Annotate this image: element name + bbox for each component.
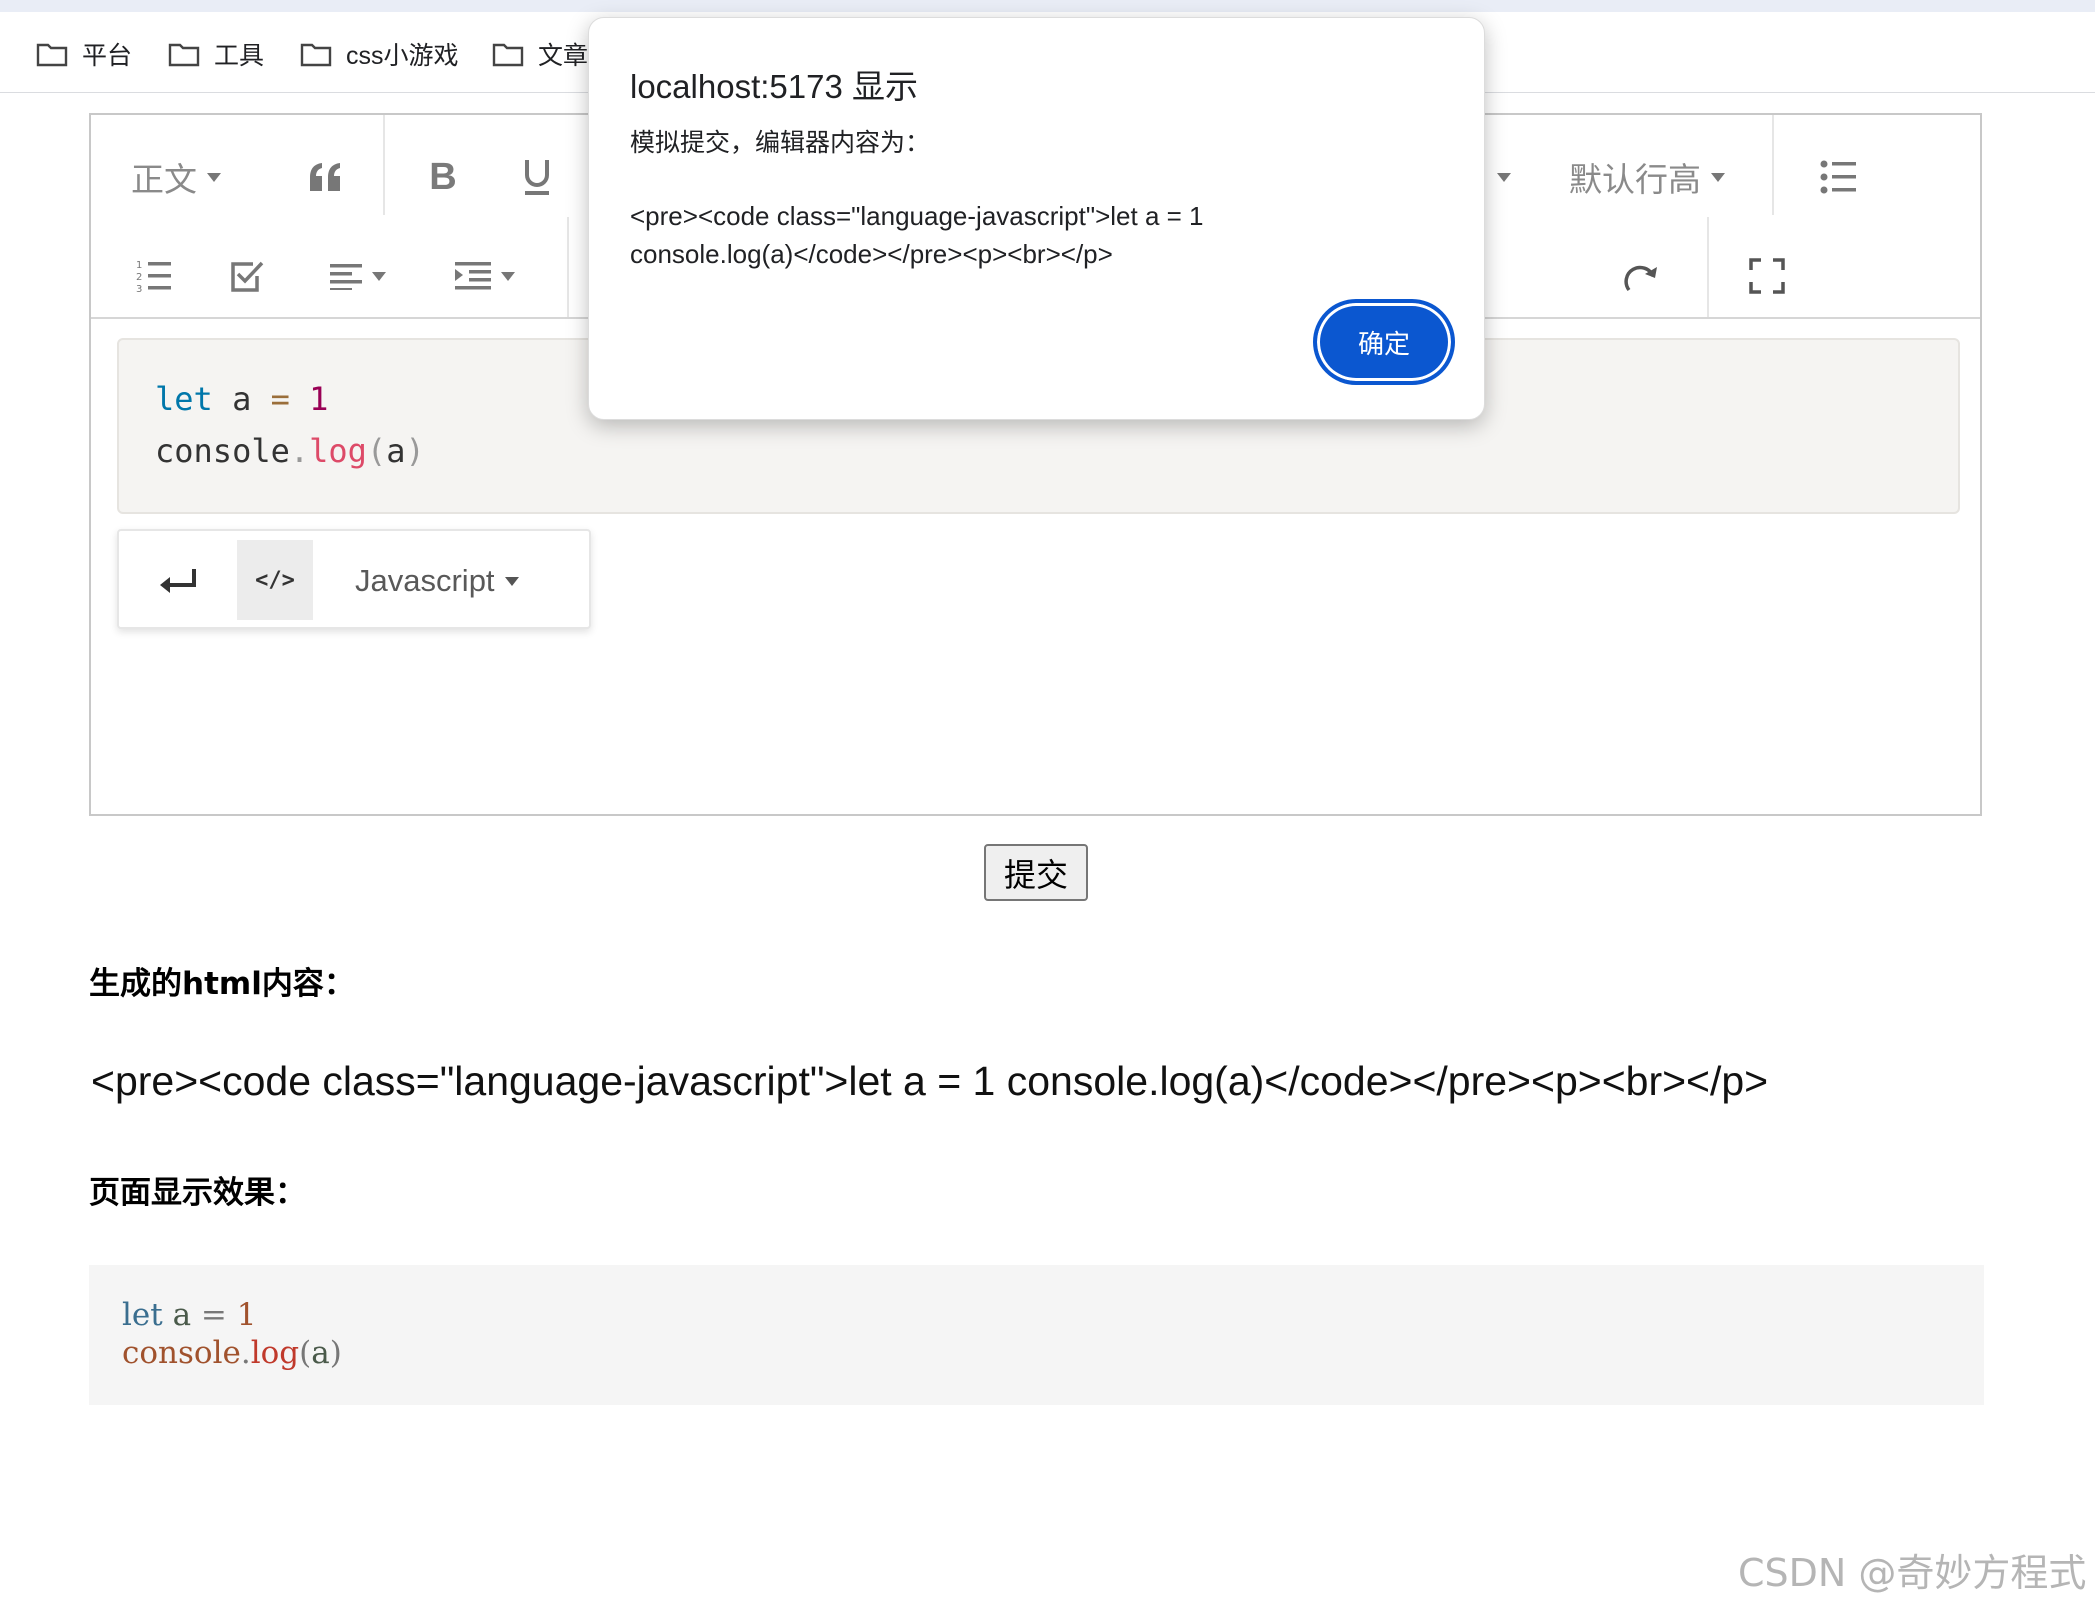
code-variable: a xyxy=(212,380,271,418)
bookmark-folder-platform[interactable]: 平台 xyxy=(36,34,132,74)
preview-operator: = xyxy=(200,1297,227,1333)
generated-html-heading: 生成的html内容： xyxy=(89,966,355,1002)
justify-select[interactable] xyxy=(323,246,393,306)
code-function: log xyxy=(309,432,367,470)
bookmark-label: 工具 xyxy=(214,42,265,70)
folder-icon xyxy=(300,43,332,67)
preview-punct: ( xyxy=(299,1335,312,1371)
toolbar-divider xyxy=(383,115,385,215)
bold-icon: B xyxy=(429,155,457,198)
bulleted-list-button[interactable] xyxy=(1809,147,1869,207)
code-punct: ( xyxy=(366,432,387,470)
code-argument: a xyxy=(386,432,406,470)
bookmark-label: css小游戏 xyxy=(346,42,459,70)
language-label: Javascript xyxy=(355,563,495,598)
watermark: CSDN @奇妙方程式 xyxy=(1738,1551,2087,1595)
window-top-strip xyxy=(0,0,2095,12)
folder-icon xyxy=(492,43,524,67)
code-operator: = xyxy=(270,380,290,418)
code-line-2: console.log(a) xyxy=(155,432,425,470)
svg-text:2: 2 xyxy=(136,272,142,283)
chevron-down-icon xyxy=(207,172,221,182)
underline-icon xyxy=(525,160,549,195)
code-keyword: let xyxy=(155,380,213,418)
code-object: console xyxy=(155,432,290,470)
bulleted-list-icon xyxy=(1820,160,1856,194)
heading-select[interactable]: 正文 xyxy=(131,137,221,217)
enter-icon xyxy=(160,569,196,593)
bold-button[interactable]: B xyxy=(413,147,473,207)
toolbar-divider xyxy=(1772,115,1774,215)
code-block-toggle-button[interactable]: </> xyxy=(237,540,313,620)
svg-text:3: 3 xyxy=(136,284,142,294)
preview-function: log xyxy=(250,1335,300,1371)
preview-keyword: let xyxy=(122,1297,163,1333)
todo-list-button[interactable] xyxy=(217,246,277,306)
bookmark-folder-tools[interactable]: 工具 xyxy=(168,34,264,74)
language-select[interactable]: Javascript xyxy=(355,551,519,611)
fullscreen-icon xyxy=(1749,258,1785,294)
ok-button[interactable]: 确定 xyxy=(1313,299,1455,385)
preview-punct: ) xyxy=(329,1335,342,1371)
align-left-icon xyxy=(330,264,362,290)
preview-number: 1 xyxy=(226,1297,257,1333)
bookmark-label: 文章 xyxy=(538,42,589,70)
rendered-preview: let a = 1 console.log(a) xyxy=(89,1265,1984,1405)
code-punct: ) xyxy=(405,432,425,470)
svg-text:1: 1 xyxy=(136,260,142,271)
redo-icon xyxy=(1624,265,1657,292)
preview-variable: a xyxy=(162,1297,201,1333)
dialog-message: <pre><code class="language-javascript">l… xyxy=(630,201,1204,269)
fullscreen-button[interactable] xyxy=(1737,246,1797,306)
preview-line-1: let a = 1 xyxy=(122,1297,256,1333)
enter-line-button[interactable] xyxy=(149,551,209,611)
quote-icon xyxy=(310,163,340,191)
bookmark-label: 平台 xyxy=(82,42,133,70)
code-punct: . xyxy=(289,432,310,470)
underline-button[interactable] xyxy=(507,147,567,207)
preview-punct: . xyxy=(240,1335,251,1371)
page-effect-heading: 页面显示效果： xyxy=(89,1175,306,1211)
preview-object: console xyxy=(122,1335,241,1371)
numbered-list-button[interactable]: 123 xyxy=(124,246,184,306)
dialog-title: localhost:5173 显示 xyxy=(630,68,918,105)
line-height-label: 默认行高 xyxy=(1569,160,1701,199)
font-size-dropdown-caret[interactable] xyxy=(1479,155,1519,199)
bookmark-folder-articles[interactable]: 文章 xyxy=(492,34,588,74)
chevron-down-icon xyxy=(1497,172,1511,182)
folder-icon xyxy=(36,43,68,67)
code-icon: </> xyxy=(255,567,295,593)
preview-argument: a xyxy=(311,1335,330,1371)
indent-select[interactable] xyxy=(447,246,522,306)
line-height-select[interactable]: 默认行高 xyxy=(1569,137,1725,217)
chevron-down-icon xyxy=(504,576,519,586)
submit-button[interactable]: 提交 xyxy=(984,844,1088,901)
numbered-list-icon: 123 xyxy=(136,260,171,294)
toolbar-divider xyxy=(567,217,569,317)
code-block-hoverbar: </> Javascript xyxy=(117,529,591,629)
alert-dialog: localhost:5173 显示 模拟提交，编辑器内容为： <pre><cod… xyxy=(588,17,1485,420)
indent-icon xyxy=(454,262,491,290)
toolbar-divider xyxy=(1707,217,1709,317)
chevron-down-icon xyxy=(372,271,386,281)
preview-line-2: console.log(a) xyxy=(122,1335,342,1371)
checkbox-icon xyxy=(231,261,264,292)
code-line-1: let a = 1 xyxy=(155,380,328,418)
bookmark-folder-css-games[interactable]: css小游戏 xyxy=(300,34,459,74)
chevron-down-icon xyxy=(1711,172,1725,182)
heading-select-label: 正文 xyxy=(131,160,197,199)
generated-html-output: <pre><code class="language-javascript">l… xyxy=(91,1058,1769,1104)
code-number: 1 xyxy=(289,380,329,418)
chevron-down-icon xyxy=(500,271,515,281)
folder-icon xyxy=(168,43,200,67)
blockquote-button[interactable] xyxy=(296,147,356,207)
dialog-subtitle: 模拟提交，编辑器内容为： xyxy=(630,128,931,157)
